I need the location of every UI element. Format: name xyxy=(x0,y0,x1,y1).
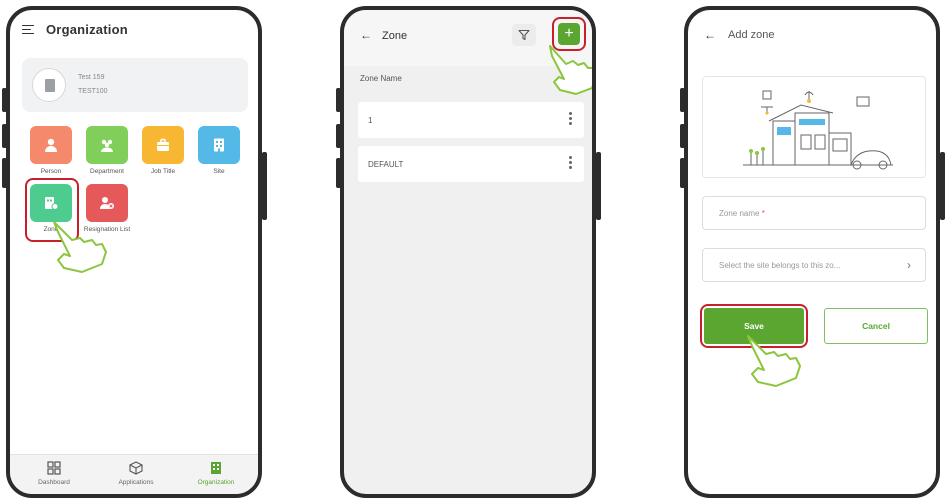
cube-icon xyxy=(129,461,143,475)
grid-icon xyxy=(47,461,61,475)
zone-icon xyxy=(43,195,59,211)
site-placeholder: Select the site belongs to this zo... xyxy=(719,261,841,270)
building-icon xyxy=(32,68,66,102)
required-mark: * xyxy=(761,209,765,218)
back-arrow-icon[interactable]: ← xyxy=(704,28,716,42)
tile-person[interactable] xyxy=(30,126,72,164)
power-button xyxy=(940,152,945,220)
menu-icon[interactable] xyxy=(22,24,34,35)
phone-zone-list: ← Zone + Zone Name 1 DEFAULT xyxy=(340,6,596,498)
site-select[interactable]: Select the site belongs to this zo... › xyxy=(702,248,926,282)
bottom-navigation: Dashboard Applications Organization xyxy=(10,454,258,494)
page-title: Organization xyxy=(46,21,128,37)
chevron-right-icon: › xyxy=(907,258,911,272)
column-header-zone-name: Zone Name xyxy=(360,74,402,83)
app-header: ← Zone + xyxy=(344,10,592,66)
power-button xyxy=(262,152,267,220)
tile-site[interactable] xyxy=(198,126,240,164)
page-title: Add zone xyxy=(728,29,775,41)
organization-name: Test 159 xyxy=(78,74,105,81)
building-icon xyxy=(209,461,223,475)
add-zone-button[interactable]: + xyxy=(558,23,580,45)
tile-zone[interactable] xyxy=(30,184,72,222)
back-arrow-icon[interactable]: ← xyxy=(360,28,372,42)
smart-building-icon xyxy=(743,90,893,170)
user-remove-icon xyxy=(99,195,115,211)
zone-name-cell: 1 xyxy=(368,116,373,125)
tile-job-title[interactable] xyxy=(142,126,184,164)
tile-resignation-list[interactable] xyxy=(86,184,128,222)
tile-label: Job Title xyxy=(150,168,176,175)
nav-dashboard[interactable]: Dashboard xyxy=(24,461,84,486)
group-icon xyxy=(99,137,115,153)
app-header: Organization xyxy=(22,18,246,40)
zone-name-placeholder: Zone name * xyxy=(719,209,765,218)
power-button xyxy=(596,152,601,220)
organization-card[interactable]: Test 159 TEST100 xyxy=(22,58,248,112)
nav-organization[interactable]: Organization xyxy=(186,461,246,486)
briefcase-icon xyxy=(155,137,171,153)
filter-button[interactable] xyxy=(512,24,536,46)
tile-label: Person xyxy=(40,168,62,175)
tile-department[interactable] xyxy=(86,126,128,164)
filter-icon xyxy=(518,29,530,41)
building-illustration xyxy=(702,76,926,178)
nav-label: Organization xyxy=(197,479,235,486)
tile-label: Zone xyxy=(43,226,59,233)
zone-name-field[interactable]: Zone name * xyxy=(702,196,926,230)
tile-label: Site xyxy=(213,168,225,175)
save-button[interactable]: Save xyxy=(704,308,804,344)
nav-applications[interactable]: Applications xyxy=(106,461,166,486)
cancel-button[interactable]: Cancel xyxy=(824,308,928,344)
zone-name-cell: DEFAULT xyxy=(368,160,404,169)
page-title: Zone xyxy=(382,30,408,42)
building-icon xyxy=(211,137,227,153)
tile-label: Department xyxy=(90,168,124,175)
table-row[interactable]: 1 xyxy=(358,102,584,138)
tile-label: Resignation List xyxy=(83,226,131,233)
organization-code: TEST100 xyxy=(78,88,108,95)
placeholder-text: Zone name xyxy=(719,209,760,218)
phone-organization: Organization Test 159 TEST100 Person Dep… xyxy=(6,6,262,498)
more-vertical-icon[interactable] xyxy=(569,156,572,171)
table-row[interactable]: DEFAULT xyxy=(358,146,584,182)
person-icon xyxy=(43,137,59,153)
nav-label: Applications xyxy=(118,479,154,486)
phone-add-zone: ← Add zone Zone name * Select the site b… xyxy=(684,6,940,498)
more-vertical-icon[interactable] xyxy=(569,112,572,127)
nav-label: Dashboard xyxy=(38,479,70,486)
